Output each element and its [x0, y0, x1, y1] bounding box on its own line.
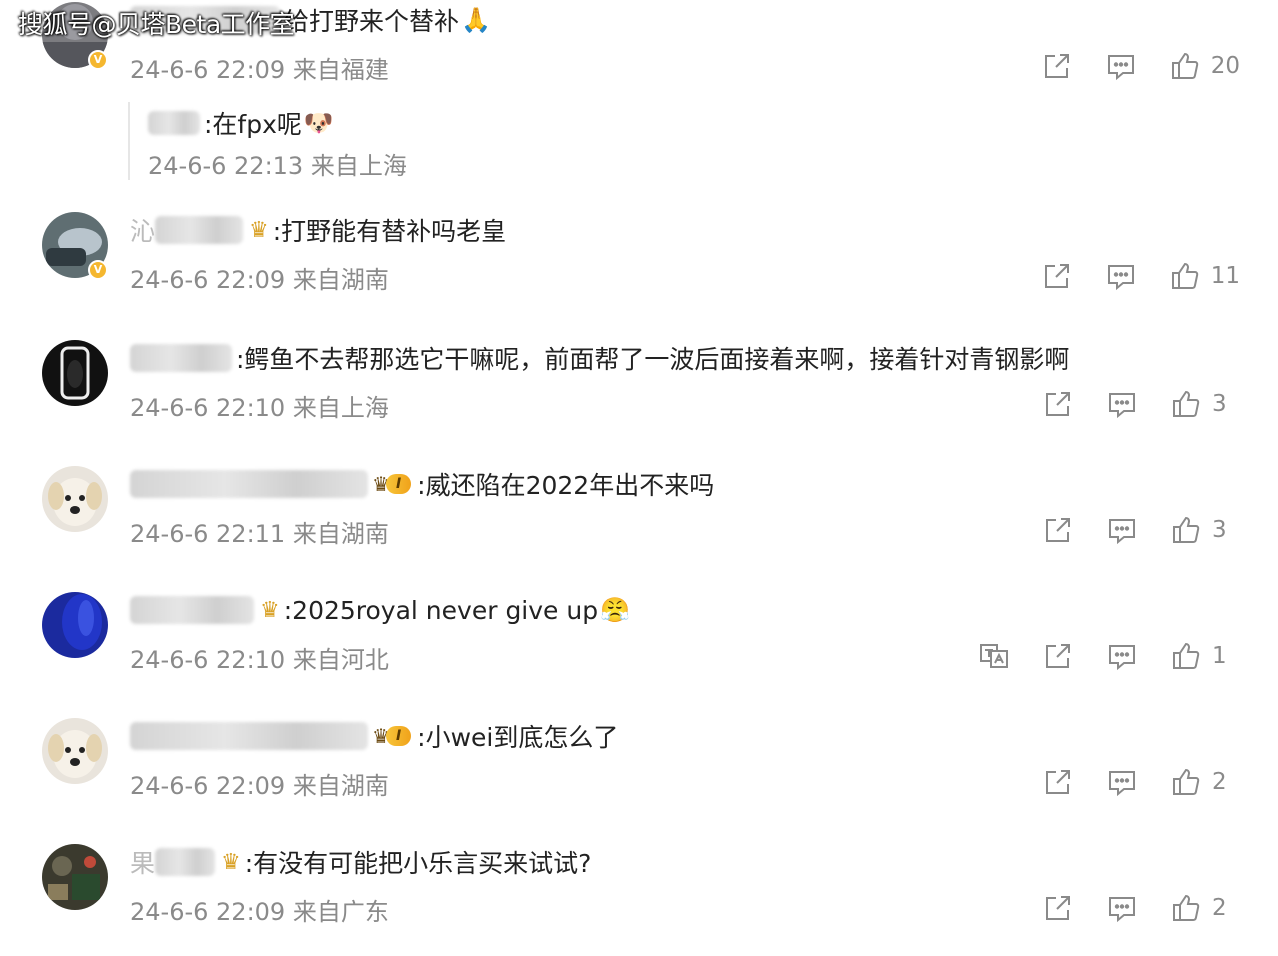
crown-badge-icon: ♛: [260, 597, 280, 623]
comment-meta: 24-6-6 22:11 来自湖南: [130, 520, 389, 548]
share-icon[interactable]: [1042, 640, 1074, 672]
comment-meta: 24-6-6 22:10 来自上海: [130, 394, 389, 422]
like-icon[interactable]: [1170, 514, 1202, 546]
share-icon[interactable]: [1042, 766, 1074, 798]
comment-icon[interactable]: [1105, 50, 1137, 82]
comment-meta: 24-6-6 22:09 来自广东: [130, 898, 389, 926]
like-icon[interactable]: [1170, 388, 1202, 420]
share-icon[interactable]: [1042, 892, 1074, 924]
user-name-prefix[interactable]: 沁: [130, 212, 155, 248]
share-icon[interactable]: [1042, 388, 1074, 420]
translate-icon[interactable]: [978, 640, 1010, 672]
comment-icon[interactable]: [1106, 892, 1138, 924]
avatar[interactable]: [42, 340, 108, 406]
reply-meta: 24-6-6 22:13 来自上海: [148, 152, 407, 180]
user-name[interactable]: [155, 848, 216, 876]
share-icon[interactable]: [1041, 260, 1073, 292]
comment-meta: 24-6-6 22:09 来自湖南: [130, 772, 389, 800]
like-count: 11: [1210, 263, 1240, 289]
vip-badge: ♛ I: [372, 724, 412, 748]
user-name[interactable]: [130, 344, 232, 372]
like-icon[interactable]: [1169, 50, 1201, 82]
like-icon[interactable]: [1169, 260, 1201, 292]
avatar[interactable]: [42, 718, 108, 784]
user-name[interactable]: [130, 722, 368, 750]
like-count: 3: [1212, 517, 1227, 543]
crown-badge-icon: ♛: [221, 849, 241, 875]
comment-actions: 11: [1009, 260, 1240, 292]
like-count: 2: [1212, 895, 1227, 921]
like-icon[interactable]: [1170, 892, 1202, 924]
user-name[interactable]: [130, 470, 368, 498]
reply-text: :在fpx呢: [204, 110, 302, 139]
comment-actions: 20: [1009, 50, 1240, 82]
like-icon[interactable]: [1170, 640, 1202, 672]
comment-text: :2025royal never give up: [283, 595, 599, 625]
comment-icon[interactable]: [1106, 514, 1138, 546]
pray-emoji-icon: 🙏: [461, 6, 491, 34]
comment-text: 给打野来个替补: [284, 7, 460, 36]
comment-meta: 24-6-6 22:10 来自河北: [130, 646, 389, 674]
user-name-prefix[interactable]: 果: [130, 844, 155, 880]
like-count: 1: [1212, 643, 1227, 669]
crown-badge-icon: ♛: [249, 217, 269, 243]
user-name[interactable]: [155, 216, 244, 244]
comment-meta: 24-6-6 22:09 来自湖南: [130, 266, 389, 294]
dog-emoji-icon: 🐶: [303, 109, 334, 137]
avatar[interactable]: [42, 844, 108, 910]
comment-meta: 24-6-6 22:09 来自福建: [130, 56, 389, 84]
reply-item: :在fpx呢 🐶 24-6-6 22:13 来自上海: [128, 102, 648, 180]
comment-icon[interactable]: [1106, 766, 1138, 798]
share-icon[interactable]: [1042, 514, 1074, 546]
reply-user-name[interactable]: [148, 111, 200, 135]
comment-actions: 1: [946, 640, 1240, 672]
emoji-icon: 😤: [600, 596, 630, 624]
like-count: 3: [1212, 391, 1227, 417]
comment-actions: 2: [1010, 766, 1240, 798]
avatar[interactable]: [42, 466, 108, 532]
comment-actions: 3: [1010, 388, 1240, 420]
comment-text: :鳄鱼不去帮那选它干嘛呢，前面帮了一波后面接着来啊，接着针对青钢影啊: [236, 345, 1070, 374]
comment-actions: 3: [1010, 514, 1240, 546]
comment-icon[interactable]: [1105, 260, 1137, 292]
comment-text: :有没有可能把小乐言买来试试?: [244, 849, 592, 878]
share-icon[interactable]: [1041, 50, 1073, 82]
like-icon[interactable]: [1170, 766, 1202, 798]
like-count: 2: [1212, 769, 1227, 795]
vip-badge: ♛ I: [372, 472, 412, 496]
comment-text: :小wei到底怎么了: [417, 723, 619, 752]
like-count: 20: [1210, 53, 1240, 79]
comment-icon[interactable]: [1106, 640, 1138, 672]
comment-actions: 2: [1010, 892, 1240, 924]
comment-icon[interactable]: [1106, 388, 1138, 420]
vip-level: I: [385, 726, 412, 746]
vip-level: I: [385, 474, 412, 494]
user-name[interactable]: [130, 596, 254, 624]
comment-text: :打野能有替补吗老皇: [272, 217, 507, 246]
watermark: 搜狐号@贝塔Beta工作室: [18, 10, 295, 39]
comment-text: :威还陷在2022年出不来吗: [417, 471, 715, 500]
verified-badge-icon: V: [88, 50, 108, 70]
avatar[interactable]: [42, 592, 108, 658]
verified-badge-icon: V: [88, 260, 108, 280]
